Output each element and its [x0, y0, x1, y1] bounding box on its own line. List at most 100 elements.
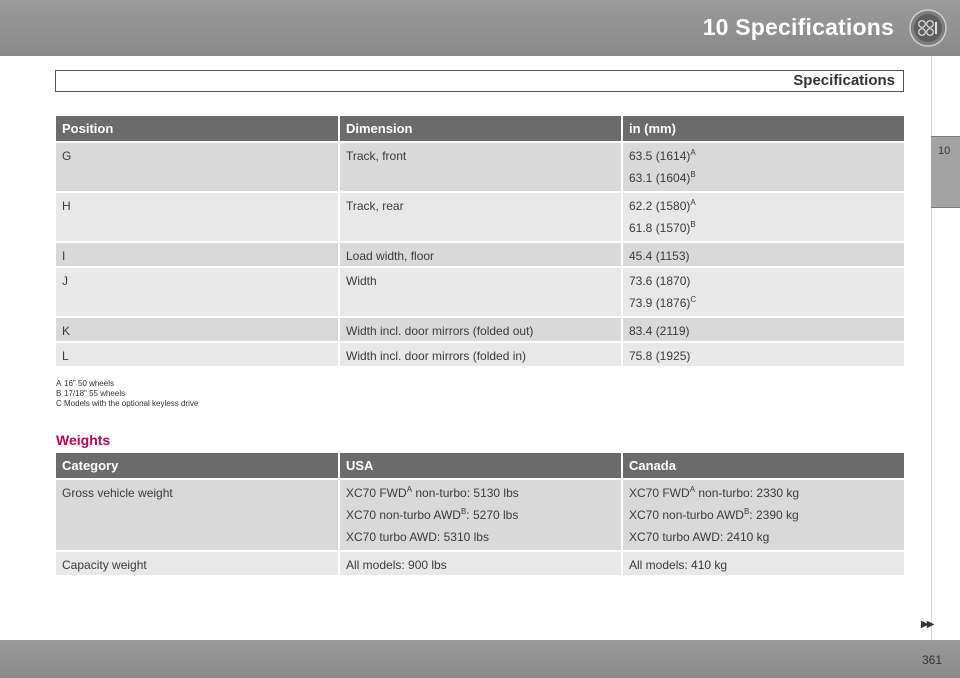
weights-table-header: Category USA Canada — [56, 453, 904, 478]
value-text: 63.5 (1614) — [629, 149, 691, 163]
weight-line: XC70 non-turbo AWDB: 5270 lbs — [346, 508, 615, 523]
value-text: 73.6 (1870) — [629, 274, 691, 288]
value-line: 73.9 (1876)C — [629, 295, 898, 311]
column-header-canada: Canada — [623, 453, 904, 478]
weight-text: XC70 FWD — [346, 486, 407, 500]
cell-value: 83.4 (2119) — [623, 316, 904, 341]
cell-dimension: Width incl. door mirrors (folded in) — [340, 341, 623, 366]
weight-text: XC70 turbo AWD: 2410 kg — [629, 530, 770, 544]
cell-position: K — [56, 316, 340, 341]
column-header-usa: USA — [340, 453, 623, 478]
footnote-ref: C — [690, 295, 697, 304]
footnote-ref: B — [690, 220, 696, 229]
cell-position: H — [56, 191, 340, 241]
weight-text-suffix: : 2390 kg — [749, 508, 799, 522]
table-row: Gross vehicle weight XC70 FWDA non-turbo:… — [56, 478, 904, 550]
footnote: A 16" 50 wheels — [56, 379, 198, 389]
column-header-category: Category — [56, 453, 340, 478]
value-line: 75.8 (1925) — [629, 349, 898, 363]
value-line: 83.4 (2119) — [629, 324, 898, 338]
value-line: 73.6 (1870) — [629, 274, 898, 288]
footnotes: A 16" 50 wheels B 17/18" 55 wheels C Models… — [56, 379, 198, 409]
cell-value: 75.8 (1925) — [623, 341, 904, 366]
cell-value: 73.6 (1870) 73.9 (1876)C — [623, 266, 904, 316]
weight-text-suffix: non-turbo: 2330 kg — [695, 486, 800, 500]
dimensions-table: Position Dimension in (mm) G Track, front… — [56, 116, 904, 366]
value-line: 45.4 (1153) — [629, 249, 898, 263]
value-text: 73.9 (1876) — [629, 296, 691, 310]
cell-category: Capacity weight — [56, 550, 340, 575]
weight-text: XC70 FWD — [629, 486, 690, 500]
weight-line: XC70 turbo AWD: 5310 lbs — [346, 530, 615, 544]
cell-position: L — [56, 341, 340, 366]
footnote-ref: A — [690, 198, 696, 207]
chapter-side-tab-label: 10 — [938, 145, 951, 157]
gauges-icon — [909, 9, 947, 47]
cell-dimension: Track, rear — [340, 191, 623, 241]
table-row: J Width 73.6 (1870) 73.9 (1876)C — [56, 266, 904, 316]
cell-dimension: Width incl. door mirrors (folded out) — [340, 316, 623, 341]
value-text: 45.4 (1153) — [629, 249, 690, 263]
cell-position: J — [56, 266, 340, 316]
cell-value: 63.5 (1614)A 63.1 (1604)B — [623, 141, 904, 191]
footnote-mark: B — [56, 389, 62, 398]
weight-text: XC70 non-turbo AWD — [629, 508, 744, 522]
cell-value: 62.2 (1580)A 61.8 (1570)B — [623, 191, 904, 241]
weight-line: XC70 FWDA non-turbo: 2330 kg — [629, 486, 898, 501]
value-line: 63.5 (1614)A — [629, 148, 898, 164]
cell-category: Gross vehicle weight — [56, 478, 340, 550]
value-text: 63.1 (1604) — [629, 171, 691, 185]
cell-position: G — [56, 141, 340, 191]
table-row: K Width incl. door mirrors (folded out) 83… — [56, 316, 904, 341]
column-header-value: in (mm) — [623, 116, 904, 141]
next-page-arrows-icon[interactable]: ▶▶ — [921, 619, 934, 630]
weight-text: XC70 turbo AWD: 5310 lbs — [346, 530, 489, 544]
table-row: I Load width, floor 45.4 (1153) — [56, 241, 904, 266]
value-text: 61.8 (1570) — [629, 221, 691, 235]
value-line: 61.8 (1570)B — [629, 220, 898, 236]
value-text: 83.4 (2119) — [629, 324, 690, 338]
chapter-title: 10 Specifications — [702, 14, 894, 40]
footnote-text: 17/18" 55 wheels — [64, 389, 126, 398]
weight-line: XC70 non-turbo AWDB: 2390 kg — [629, 508, 898, 523]
weight-line: XC70 FWDA non-turbo: 5130 lbs — [346, 486, 615, 501]
table-row: H Track, rear 62.2 (1580)A 61.8 (1570)B — [56, 191, 904, 241]
cell-canada: XC70 FWDA non-turbo: 2330 kg XC70 non-tur… — [623, 478, 904, 550]
value-line: 63.1 (1604)B — [629, 170, 898, 186]
chapter-header-bar: 10 Specifications — [0, 0, 960, 56]
value-text: 62.2 (1580) — [629, 199, 691, 213]
weight-line: All models: 900 lbs — [346, 558, 615, 572]
chapter-side-tab[interactable]: 10 — [931, 136, 960, 208]
dimensions-table-header: Position Dimension in (mm) — [56, 116, 904, 141]
weights-heading: Weights — [56, 432, 111, 448]
weight-line: All models: 410 kg — [629, 558, 898, 572]
cell-value: 45.4 (1153) — [623, 241, 904, 266]
weight-text-suffix: : 5270 lbs — [466, 508, 519, 522]
cell-usa: XC70 FWDA non-turbo: 5130 lbs XC70 non-tu… — [340, 478, 623, 550]
footnote-text: 16" 50 wheels — [64, 379, 114, 388]
weight-line: XC70 turbo AWD: 2410 kg — [629, 530, 898, 544]
value-line: 62.2 (1580)A — [629, 198, 898, 214]
weight-text-suffix: non-turbo: 5130 lbs — [412, 486, 519, 500]
footnote: B 17/18" 55 wheels — [56, 389, 198, 399]
cell-dimension: Track, front — [340, 141, 623, 191]
column-header-dimension: Dimension — [340, 116, 623, 141]
weights-table: Category USA Canada Gross vehicle weight… — [56, 453, 904, 575]
cell-dimension: Width — [340, 266, 623, 316]
cell-position: I — [56, 241, 340, 266]
footnote-mark: C — [56, 399, 62, 408]
footnote-ref: B — [690, 170, 696, 179]
footnote-ref: A — [690, 148, 696, 157]
weight-text: All models: 900 lbs — [346, 558, 447, 572]
value-text: 75.8 (1925) — [629, 349, 691, 363]
table-row: Capacity weight All models: 900 lbs All mo… — [56, 550, 904, 575]
cell-canada: All models: 410 kg — [623, 550, 904, 575]
page-number: 361 — [921, 653, 942, 667]
section-title: Specifications — [793, 72, 895, 89]
cell-usa: All models: 900 lbs — [340, 550, 623, 575]
footnote: C Models with the optional keyless drive — [56, 399, 198, 409]
section-title-box: Specifications — [55, 70, 904, 92]
footnote-mark: A — [56, 379, 62, 388]
table-row: L Width incl. door mirrors (folded in) 75.… — [56, 341, 904, 366]
footnote-text: Models with the optional keyless drive — [64, 399, 199, 408]
